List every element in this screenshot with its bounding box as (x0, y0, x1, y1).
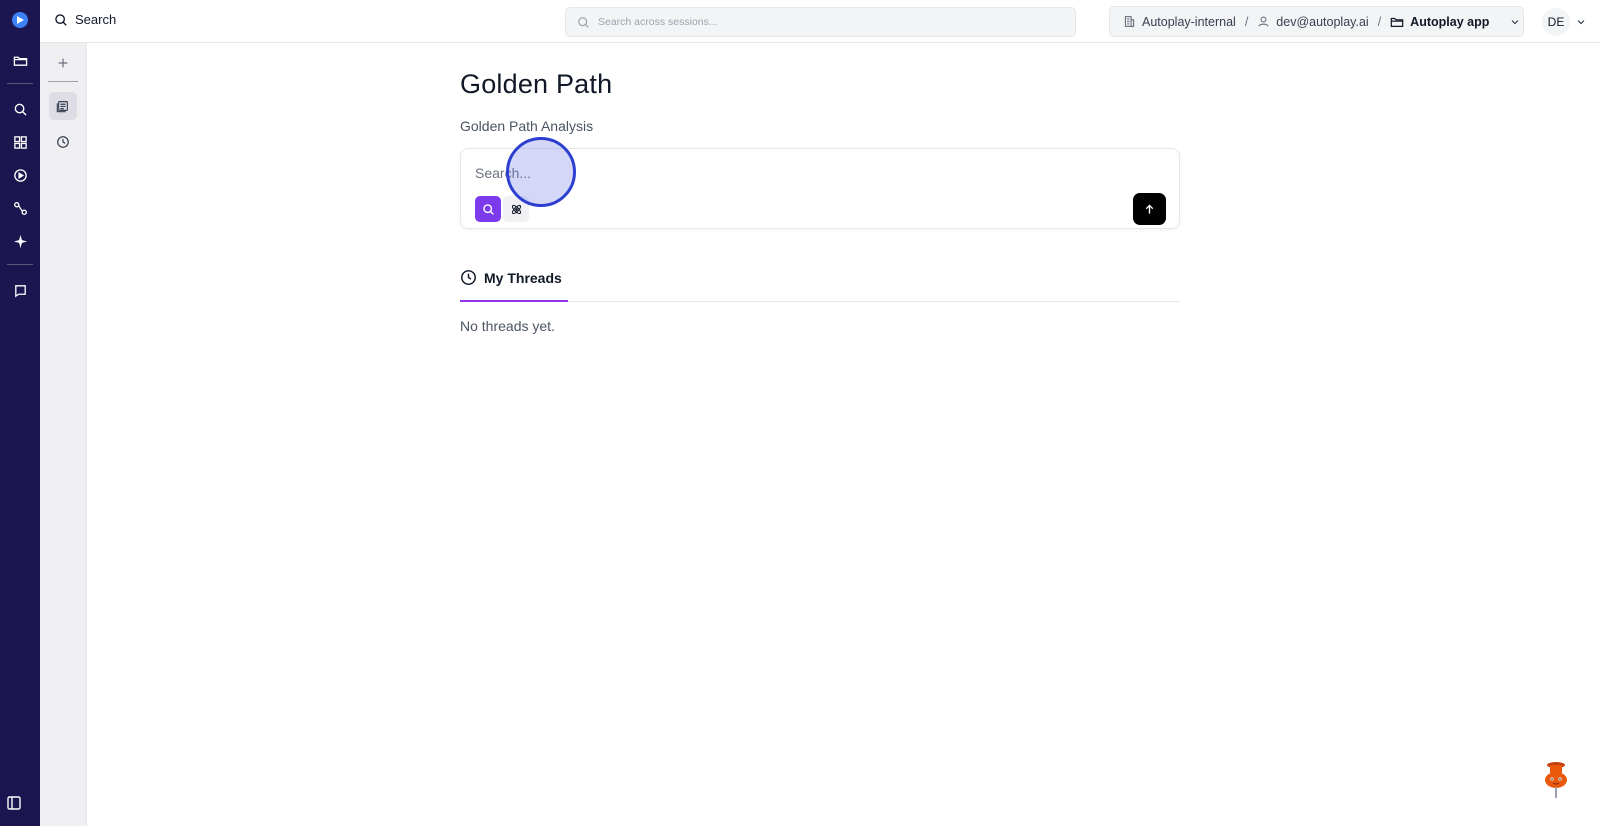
search-icon (482, 203, 494, 215)
building-icon (1124, 16, 1135, 27)
clock-icon (461, 270, 476, 285)
sidebar-toggle-icon[interactable] (6, 795, 22, 816)
project-name: Autoplay app (1410, 14, 1490, 29)
tab-label: My Threads (484, 270, 562, 286)
folder-icon[interactable] (6, 46, 34, 74)
history-icon (57, 136, 69, 148)
sessions-icon (56, 101, 68, 113)
search-nav[interactable]: Search (54, 12, 116, 27)
query-input[interactable] (475, 162, 1075, 184)
chat-icon[interactable] (6, 276, 34, 304)
user-email: dev@autoplay.ai (1276, 14, 1369, 29)
avatar[interactable]: DE (1542, 8, 1570, 36)
history-button[interactable] (49, 128, 77, 156)
query-composer (460, 137, 1180, 229)
top-bar: Search Autoplay-internal / dev@autoplay.… (40, 0, 1600, 43)
folder-icon (1390, 17, 1404, 27)
search-icon[interactable] (6, 95, 34, 123)
sparkle-icon[interactable] (6, 227, 34, 255)
sidebar-divider (48, 81, 78, 82)
context-selector[interactable]: Autoplay-internal / dev@autoplay.ai / Au… (1109, 6, 1524, 37)
plus-icon (58, 58, 68, 68)
arrow-up-icon (1145, 203, 1154, 214)
search-mode-button[interactable] (475, 196, 501, 222)
send-button[interactable] (1133, 193, 1166, 225)
chevron-down-icon[interactable] (1575, 16, 1587, 28)
empty-state-text: No threads yet. (460, 318, 555, 334)
global-search[interactable] (565, 7, 1076, 37)
rail-divider (7, 264, 33, 265)
dashboard-icon[interactable] (6, 128, 34, 156)
breadcrumb-separator: / (1377, 14, 1382, 29)
flow-icon[interactable] (6, 194, 34, 222)
tab-bar: My Threads (460, 269, 1180, 302)
insight-mode-button[interactable] (503, 196, 529, 222)
app-root: Search Autoplay-internal / dev@autoplay.… (0, 0, 1600, 826)
page-title: Golden Path (460, 69, 613, 99)
page-subtitle: Golden Path Analysis (460, 118, 594, 134)
rail-divider (7, 83, 33, 84)
primary-rail (0, 0, 40, 826)
sessions-button[interactable] (49, 92, 77, 120)
search-label: Search (75, 12, 117, 27)
logo-icon[interactable] (10, 10, 30, 30)
tab-my-threads[interactable]: My Threads (460, 269, 572, 302)
main-content: Golden Path Golden Path Analysis My Thre… (460, 43, 1180, 334)
new-thread-button[interactable] (49, 49, 77, 77)
user-icon (1258, 16, 1269, 27)
play-icon[interactable] (6, 161, 34, 189)
active-tab-indicator (460, 300, 568, 302)
secondary-sidebar (40, 43, 87, 826)
atom-icon (511, 204, 521, 214)
assistant-mascot-icon[interactable] (1541, 760, 1571, 800)
chevron-down-icon (1511, 19, 1519, 24)
breadcrumb-separator: / (1244, 14, 1249, 29)
org-name: Autoplay-internal (1142, 14, 1236, 29)
global-search-input[interactable] (598, 16, 1038, 28)
search-icon (578, 16, 589, 28)
search-icon (55, 13, 67, 26)
